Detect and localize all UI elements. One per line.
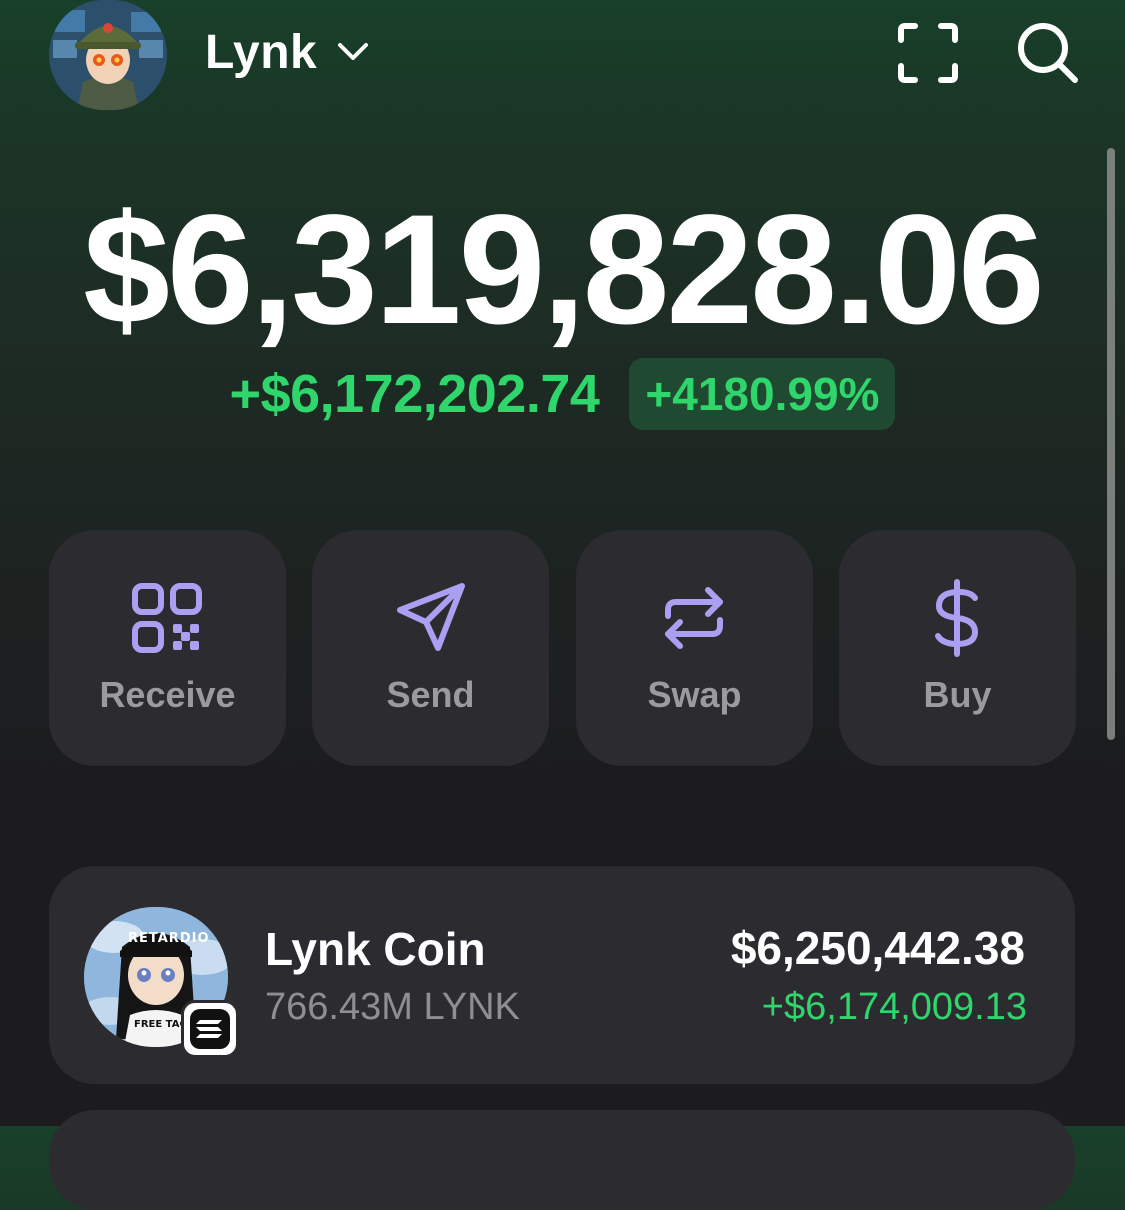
token-row-partial[interactable] xyxy=(49,1110,1075,1210)
account-switcher[interactable]: Lynk xyxy=(205,22,369,82)
token-amount: 766.43M LYNK xyxy=(265,986,520,1028)
receive-label: Receive xyxy=(99,674,236,715)
scan-qr-icon xyxy=(898,23,958,83)
send-icon xyxy=(397,583,465,651)
send-label: Send xyxy=(386,674,475,715)
scan-button[interactable] xyxy=(893,18,963,88)
token-change: +$6,174,009.13 xyxy=(761,986,1027,1028)
qr-code-icon xyxy=(132,583,202,653)
dollar-icon xyxy=(935,579,978,657)
swap-label: Swap xyxy=(647,674,742,715)
send-button[interactable]: Send xyxy=(312,530,549,766)
balance-change-percent-badge: +4180.99% xyxy=(629,358,896,430)
search-button[interactable] xyxy=(1013,18,1083,88)
balance-change-amount: +$6,172,202.74 xyxy=(229,364,600,424)
solana-icon xyxy=(190,1009,230,1049)
swap-button[interactable]: Swap xyxy=(576,530,813,766)
token-row[interactable]: RETARDIO FREE TACO Lynk Coin 766.43M LYN… xyxy=(49,866,1075,1084)
total-balance: $6,319,828.06 xyxy=(83,183,1045,357)
buy-button[interactable]: Buy xyxy=(839,530,1076,766)
token-value: $6,250,442.38 xyxy=(730,922,1025,974)
profile-avatar[interactable] xyxy=(49,0,167,110)
token-avatar-beanie-text: RETARDIO xyxy=(128,931,210,946)
search-icon xyxy=(1018,23,1078,83)
account-name: Lynk xyxy=(205,25,318,79)
avatar-image xyxy=(49,0,167,110)
chain-badge xyxy=(181,1000,239,1058)
balance-change-row: +$6,172,202.74 +4180.99% xyxy=(0,357,1125,431)
chevron-down-icon xyxy=(338,43,369,60)
receive-button[interactable]: Receive xyxy=(49,530,286,766)
token-name: Lynk Coin xyxy=(265,923,486,975)
buy-label: Buy xyxy=(923,674,992,715)
swap-icon xyxy=(665,587,723,649)
